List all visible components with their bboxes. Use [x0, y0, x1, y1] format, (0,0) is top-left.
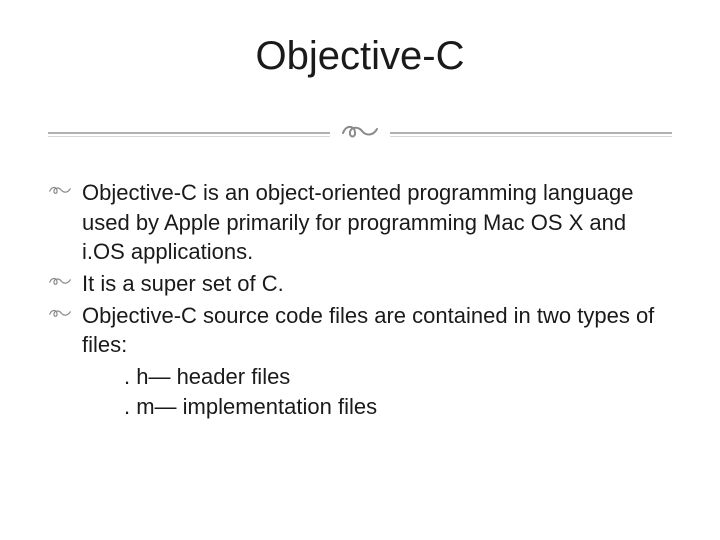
divider-line-left [48, 132, 330, 134]
bullet-text: It is a super set of C. [82, 269, 672, 299]
bullet-item: Objective-C source code files are contai… [48, 301, 672, 360]
bullet-flourish-icon [48, 301, 82, 330]
sub-item: . h— header files [48, 362, 672, 392]
bullet-flourish-icon [48, 178, 82, 207]
bullet-text: Objective-C is an object-oriented progra… [82, 178, 672, 267]
bullet-item: Objective-C is an object-oriented progra… [48, 178, 672, 267]
title-divider [48, 115, 672, 150]
flourish-icon [330, 117, 390, 152]
slide-body: Objective-C is an object-oriented progra… [48, 178, 672, 422]
sub-item: . m— implementation files [48, 392, 672, 422]
slide: Objective-C Objective-C is an object-ori… [0, 0, 720, 540]
slide-title: Objective-C [48, 34, 672, 79]
divider-line-right [390, 132, 672, 134]
bullet-text: Objective-C source code files are contai… [82, 301, 672, 360]
bullet-flourish-icon [48, 269, 82, 298]
bullet-item: It is a super set of C. [48, 269, 672, 299]
